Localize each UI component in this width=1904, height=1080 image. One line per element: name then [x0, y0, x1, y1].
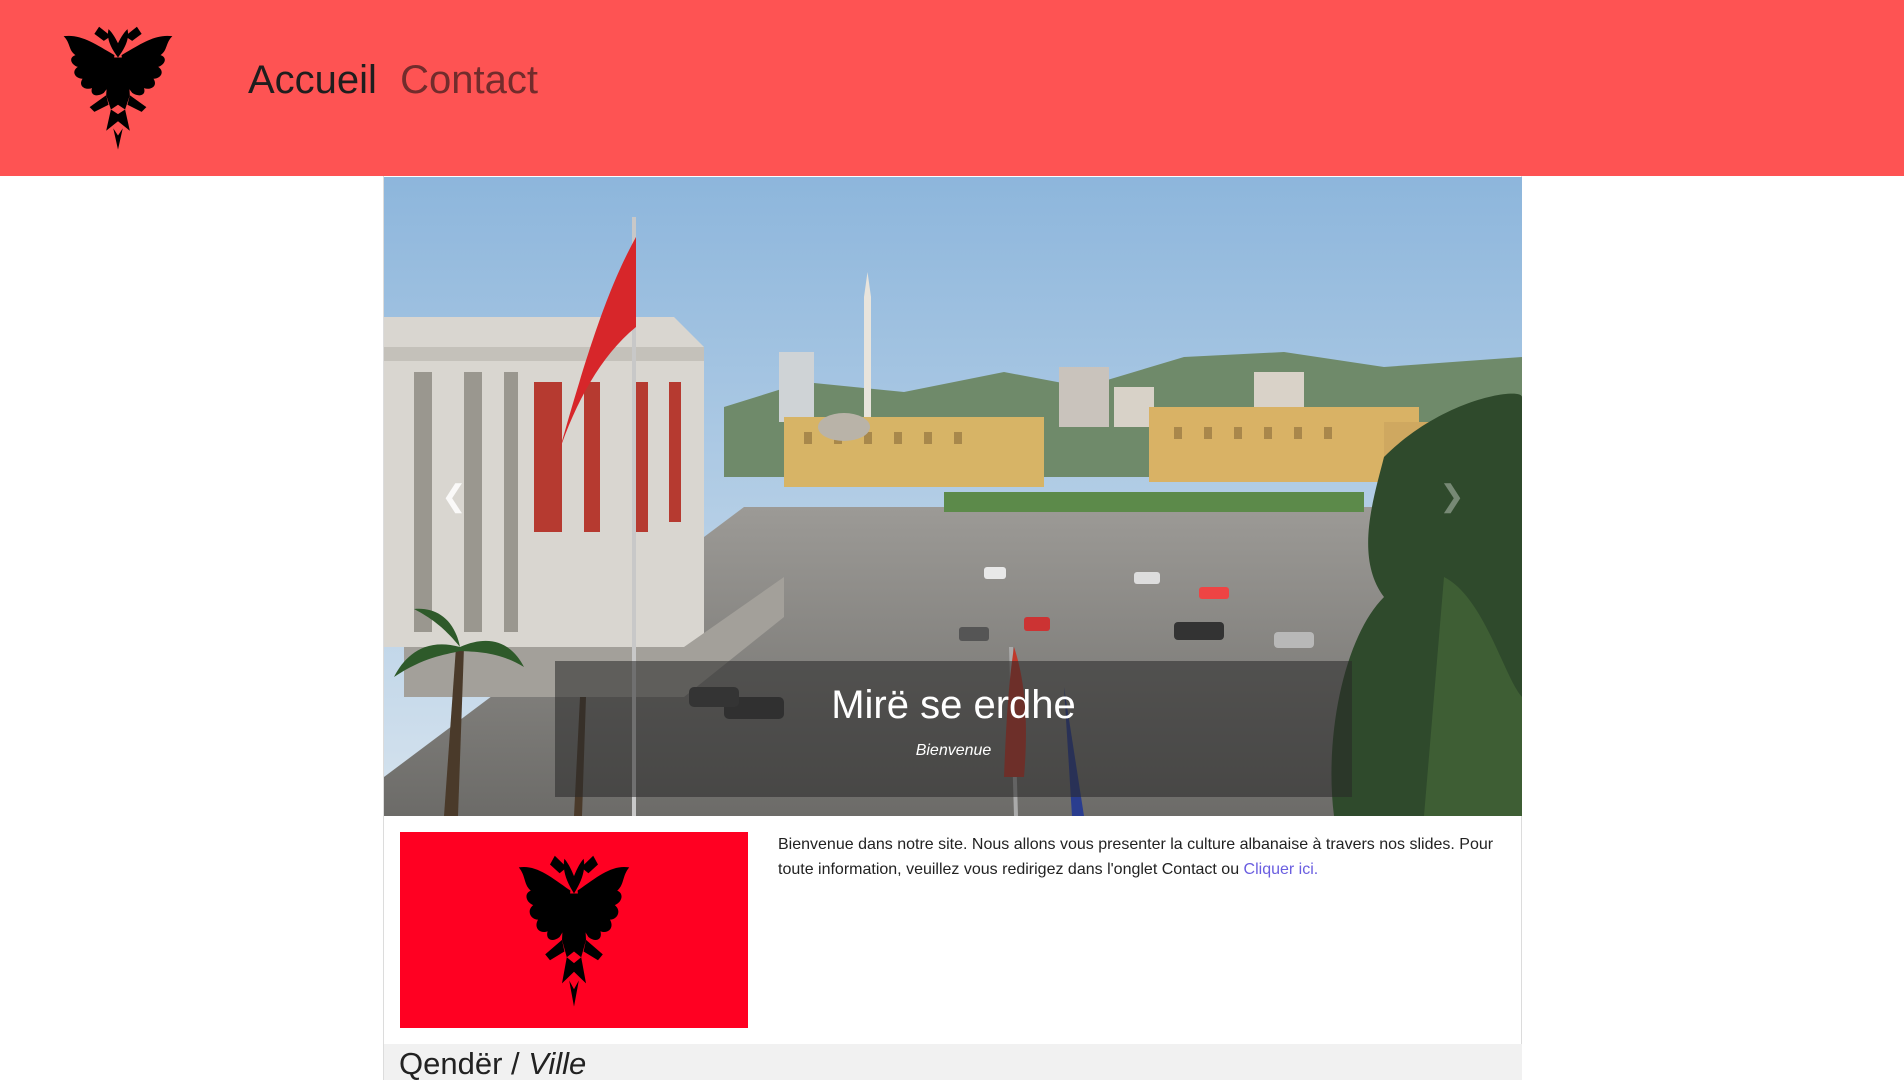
caption-subtitle: Bienvenue	[915, 742, 992, 759]
albanian-eagle-icon[interactable]	[56, 22, 180, 152]
intro-paragraph: Bienvenue dans notre site. Nous allons v…	[778, 832, 1506, 882]
click-here-link[interactable]: Cliquer ici.	[1244, 861, 1319, 878]
chevron-right-icon[interactable]: ❯	[1422, 477, 1482, 517]
intro-text: Bienvenue dans notre site. Nous allons v…	[778, 836, 1494, 878]
top-navbar: Accueil Contact	[0, 0, 1904, 176]
albanian-flag-icon	[400, 832, 748, 1028]
main-nav: Accueil Contact	[248, 58, 550, 103]
section-title-french: Ville	[528, 1046, 587, 1080]
section-header: Qendër / Ville	[384, 1044, 1522, 1080]
carousel-caption: Mirë se erdhe Bienvenue	[555, 661, 1352, 797]
nav-contact-link[interactable]: Contact	[400, 58, 538, 103]
main-container: ❮ ❯ Mirë se erdhe Bienvenue Bienvenue da…	[383, 176, 1522, 1080]
chevron-left-icon[interactable]: ❮	[424, 477, 484, 517]
nav-home-link[interactable]: Accueil	[248, 58, 377, 103]
section-title: Qendër / Ville	[384, 1044, 1522, 1080]
image-carousel[interactable]: ❮ ❯ Mirë se erdhe Bienvenue	[384, 177, 1522, 816]
caption-title: Mirë se erdhe	[831, 683, 1076, 727]
section-title-albanian: Qendër /	[399, 1046, 520, 1080]
